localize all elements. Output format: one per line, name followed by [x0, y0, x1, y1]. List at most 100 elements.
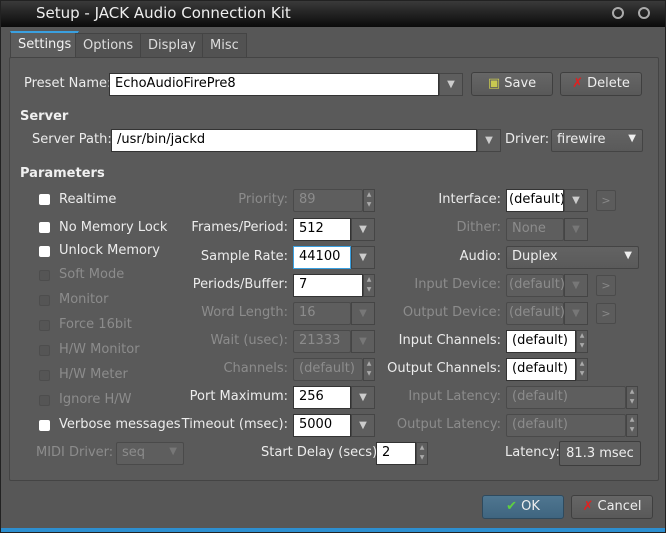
- input-latency-spin-buttons[interactable]: ▲ ▼: [626, 386, 638, 409]
- tab-settings[interactable]: Settings: [10, 31, 80, 58]
- output-device-label: Output Device:: [402, 305, 501, 320]
- delete-icon: ✗: [572, 76, 584, 91]
- tab-display[interactable]: Display: [140, 33, 204, 58]
- server-path-dropdown-button[interactable]: ▼: [477, 129, 501, 152]
- interface-dropdown-button[interactable]: ▼: [564, 189, 588, 212]
- frames-period-dropdown-button[interactable]: ▼: [351, 218, 375, 241]
- input-latency-spinbox[interactable]: (default): [506, 386, 626, 409]
- title-bar: Setup - JACK Audio Connection Kit: [1, 1, 665, 27]
- delete-button[interactable]: ✗ Delete: [560, 72, 642, 96]
- start-delay-label: Start Delay (secs):: [261, 445, 382, 460]
- sample-rate-input[interactable]: 44100: [293, 246, 351, 269]
- close-button[interactable]: [638, 7, 650, 19]
- frames-period-label: Frames/Period:: [191, 220, 288, 235]
- driver-select[interactable]: firewire ▼: [551, 129, 643, 152]
- chevron-down-icon: ▼: [628, 133, 636, 144]
- driver-label: Driver:: [505, 132, 550, 147]
- output-latency-spinbox[interactable]: (default): [506, 414, 626, 437]
- frames-period-input[interactable]: 512: [293, 218, 351, 241]
- hw-meter-checkbox[interactable]: [39, 370, 50, 381]
- output-device-input[interactable]: (default): [506, 302, 565, 325]
- output-latency-spin-buttons[interactable]: ▲ ▼: [626, 414, 638, 437]
- preset-dropdown-button[interactable]: ▼: [439, 73, 463, 96]
- sample-rate-dropdown-button[interactable]: ▼: [351, 246, 375, 269]
- word-length-input[interactable]: 16: [293, 302, 351, 325]
- wait-input[interactable]: 21333: [293, 330, 351, 353]
- driver-value: firewire: [557, 132, 606, 147]
- timeout-dropdown-button[interactable]: ▼: [351, 414, 375, 437]
- setup-dialog: Setup - JACK Audio Connection Kit Settin…: [0, 0, 666, 533]
- input-device-input[interactable]: (default): [506, 274, 565, 297]
- latency-value: 81.3 msec: [559, 441, 641, 466]
- tab-options[interactable]: Options: [75, 33, 142, 58]
- audio-select[interactable]: Duplex ▼: [506, 246, 639, 269]
- server-path-label: Server Path:: [32, 132, 112, 147]
- dither-dropdown-button[interactable]: ▼: [564, 218, 588, 241]
- priority-spin-buttons[interactable]: ▲ ▼: [363, 189, 375, 212]
- port-maximum-dropdown-button[interactable]: ▼: [351, 386, 375, 409]
- start-delay-spinbox[interactable]: 2: [376, 442, 416, 465]
- input-channels-label: Input Channels:: [398, 333, 501, 348]
- save-button[interactable]: ▣ Save: [471, 72, 553, 96]
- monitor-checkbox[interactable]: [39, 295, 50, 306]
- ignore-hw-label: Ignore H/W: [59, 392, 132, 407]
- output-channels-label: Output Channels:: [387, 361, 501, 376]
- force-16bit-label: Force 16bit: [59, 317, 132, 332]
- priority-spinbox[interactable]: 89: [293, 189, 363, 212]
- midi-driver-label: MIDI Driver:: [36, 445, 114, 460]
- priority-label: Priority:: [238, 192, 288, 207]
- force-16bit-checkbox[interactable]: [39, 320, 50, 331]
- audio-value: Duplex: [512, 249, 558, 264]
- start-delay-spin-buttons[interactable]: ▲ ▼: [416, 442, 428, 465]
- input-channels-spin-buttons[interactable]: ▲ ▼: [576, 330, 588, 353]
- chevron-down-icon: ▼: [169, 446, 177, 457]
- periods-buffer-spinbox[interactable]: 7: [293, 274, 363, 297]
- hw-monitor-label: H/W Monitor: [59, 342, 140, 357]
- input-device-dropdown-button[interactable]: ▼: [564, 274, 588, 297]
- input-device-label: Input Device:: [414, 277, 501, 292]
- ignore-hw-checkbox[interactable]: [39, 395, 50, 406]
- channels-label: Channels:: [223, 361, 288, 376]
- word-length-label: Word Length:: [201, 305, 288, 320]
- output-device-browse-button[interactable]: >: [596, 303, 616, 324]
- minimize-button[interactable]: [612, 7, 624, 19]
- preset-name-input[interactable]: EchoAudioFirePre8: [109, 73, 439, 96]
- input-device-browse-button[interactable]: >: [596, 275, 616, 296]
- output-latency-label: Output Latency:: [396, 417, 501, 432]
- cancel-button[interactable]: ✗ Cancel: [571, 495, 653, 519]
- hw-monitor-checkbox[interactable]: [39, 345, 50, 356]
- output-device-dropdown-button[interactable]: ▼: [564, 302, 588, 325]
- wait-dropdown-button[interactable]: ▼: [351, 330, 375, 353]
- ok-button[interactable]: ✔ OK: [482, 495, 564, 519]
- window-bottom-border: [1, 528, 665, 532]
- latency-label: Latency:: [505, 445, 560, 460]
- no-memory-lock-checkbox[interactable]: [39, 222, 50, 233]
- interface-browse-button[interactable]: >: [596, 190, 616, 211]
- window-title: Setup - JACK Audio Connection Kit: [36, 4, 291, 22]
- midi-driver-select[interactable]: seq ▼: [116, 442, 184, 465]
- output-channels-spin-buttons[interactable]: ▲ ▼: [576, 358, 588, 381]
- verbose-messages-checkbox[interactable]: [39, 420, 50, 431]
- interface-input[interactable]: (default): [506, 189, 564, 212]
- periods-buffer-spin-buttons[interactable]: ▲ ▼: [363, 274, 375, 297]
- input-channels-spinbox[interactable]: (default): [506, 330, 576, 353]
- tab-misc[interactable]: Misc: [202, 33, 247, 58]
- cancel-icon: ✗: [582, 499, 594, 514]
- save-label: Save: [504, 76, 537, 91]
- server-path-input[interactable]: /usr/bin/jackd: [111, 129, 477, 152]
- input-latency-label: Input Latency:: [408, 389, 501, 404]
- dither-input[interactable]: None: [506, 218, 564, 241]
- preset-name-label: Preset Name:: [24, 76, 112, 91]
- soft-mode-checkbox[interactable]: [39, 270, 50, 281]
- realtime-checkbox[interactable]: [39, 194, 50, 205]
- timeout-input[interactable]: 5000: [293, 414, 351, 437]
- output-channels-spinbox[interactable]: (default): [506, 358, 576, 381]
- hw-meter-label: H/W Meter: [59, 367, 128, 382]
- channels-spin-buttons[interactable]: ▲ ▼: [363, 358, 375, 381]
- channels-spinbox[interactable]: (default): [293, 358, 363, 381]
- server-heading: Server: [20, 109, 69, 124]
- port-maximum-input[interactable]: 256: [293, 386, 351, 409]
- unlock-memory-checkbox[interactable]: [39, 246, 50, 257]
- word-length-dropdown-button[interactable]: ▼: [351, 302, 375, 325]
- cancel-label: Cancel: [597, 499, 642, 514]
